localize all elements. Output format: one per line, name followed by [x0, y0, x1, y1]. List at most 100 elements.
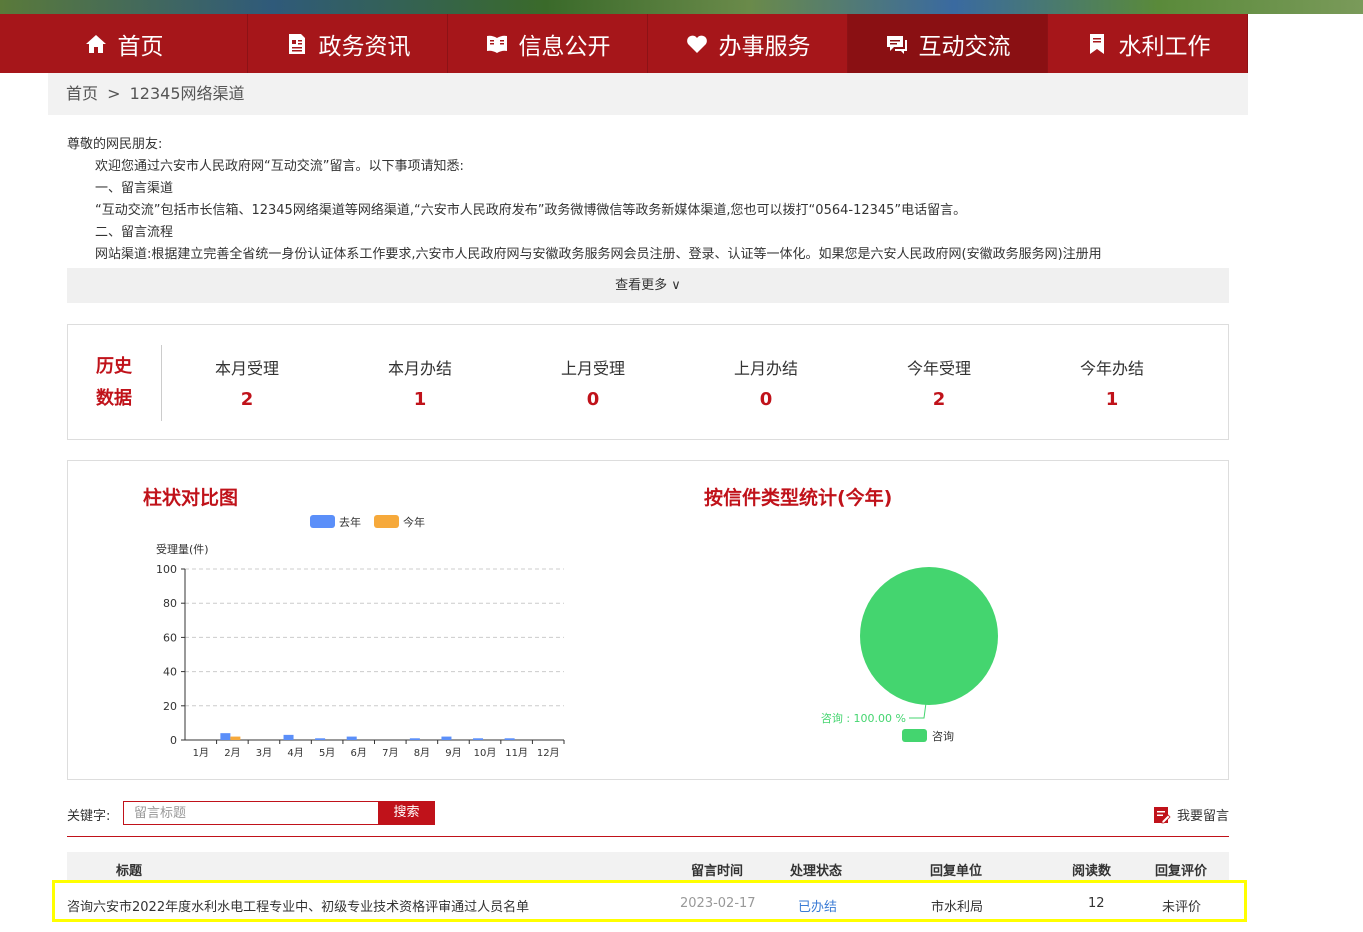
show-more-button[interactable]: 查看更多 ∨ — [67, 268, 1229, 303]
legend-label-1: 今年 — [403, 515, 425, 529]
bar-0-1 — [220, 733, 231, 740]
stat-value: 1 — [413, 389, 427, 410]
history-title-line1: 历史 — [96, 356, 132, 377]
notice-heading-1: 一、留言渠道 — [95, 181, 174, 196]
row-status: 已办结 — [798, 900, 838, 915]
x-tick-label-0: 1月 — [193, 747, 209, 759]
header-banner-image — [0, 0, 1363, 14]
nav-item-news[interactable]: 政务资讯 — [248, 14, 448, 73]
nav-item-water-work[interactable]: 水利工作 — [1048, 14, 1248, 73]
x-tick-label-8: 9月 — [445, 747, 461, 759]
stat-value: 2 — [932, 389, 946, 410]
keyword-input[interactable] — [123, 801, 379, 825]
search-bar: 关键字: 搜索 我要留言 — [67, 801, 1229, 837]
breadcrumb-separator: > — [107, 84, 121, 103]
breadcrumb: 首页 > 12345网络渠道 — [48, 73, 1248, 115]
col-header-rating: 回复评价 — [1155, 864, 1208, 879]
bar-1-1 — [230, 736, 241, 740]
main-nav: 首页 政务资讯 信息公开 办事服务 互动交流 水利工作 — [0, 14, 1248, 73]
charts-panel: 柱状对比图 按信件类型统计(今年) 去年 今年 受理量(件) 0 20 40 60 80 100… — [67, 460, 1229, 780]
stat-last-month-closed: 上月办结 0 — [706, 355, 826, 410]
bar-chart: 去年 今年受理量(件) 0 20 40 60 80 100 1月 2月 3月 4月 5月 6月 7月 8月 9月… — [156, 515, 565, 759]
edit-note-icon — [1153, 806, 1171, 823]
table-row[interactable]: 咨询六安市2022年度水利水电工程专业中、初级专业技术资格评审通过人员名单 20… — [52, 880, 1247, 922]
y-tick-label-1: 20 — [163, 700, 177, 713]
document-icon — [288, 33, 305, 54]
leave-message-label: 我要留言 — [1176, 809, 1229, 824]
notice-text: 尊敬的网民朋友: 欢迎您通过六安市人民政府网“互动交流”留言。以下事项请知悉: … — [67, 134, 1229, 264]
nav-item-label: 水利工作 — [1118, 33, 1211, 60]
stat-this-year-closed: 今年办结 1 — [1052, 355, 1172, 410]
bookmark-icon — [1089, 33, 1104, 54]
x-tick-label-1: 2月 — [224, 747, 240, 759]
nav-item-info-open[interactable]: 信息公开 — [448, 14, 648, 73]
col-header-date: 留言时间 — [691, 864, 744, 879]
search-button[interactable]: 搜索 — [378, 801, 435, 825]
pie-leader-line-0 — [909, 702, 927, 719]
notice-greeting: 尊敬的网民朋友: — [67, 137, 163, 152]
row-unit: 市水利局 — [931, 900, 984, 915]
pie-legend-swatch-0 — [902, 729, 927, 742]
keyword-label: 关键字: — [67, 809, 111, 824]
bar-0-7 — [409, 738, 420, 740]
x-tick-label-6: 7月 — [382, 747, 398, 759]
breadcrumb-current[interactable]: 12345网络渠道 — [130, 84, 245, 103]
stat-value: 0 — [759, 389, 773, 410]
notice-paragraph-2: 网站渠道:根据建立完善全省统一身份认证体系工作要求,六安市人民政府网与安徽政务服… — [95, 247, 1102, 262]
nav-item-label: 首页 — [117, 33, 164, 60]
col-header-status: 处理状态 — [790, 864, 843, 879]
stat-label: 本月受理 — [214, 359, 279, 378]
row-title-link[interactable]: 咨询六安市2022年度水利水电工程专业中、初级专业技术资格评审通过人员名单 — [67, 896, 529, 915]
stat-value: 1 — [1105, 389, 1119, 410]
history-title: 历史 数据 — [96, 351, 136, 415]
stat-value: 0 — [586, 389, 600, 410]
stat-this-month-accepted: 本月受理 2 — [187, 355, 307, 410]
stat-label: 今年办结 — [1079, 359, 1144, 378]
x-tick-label-5: 6月 — [351, 747, 367, 759]
y-tick-label-4: 80 — [163, 597, 177, 610]
stat-last-month-accepted: 上月受理 0 — [533, 355, 653, 410]
x-tick-label-2: 3月 — [256, 747, 272, 759]
row-date: 2023-02-17 — [680, 896, 756, 911]
heart-icon — [686, 35, 707, 53]
stat-label: 今年受理 — [906, 359, 971, 378]
y-tick-label-0: 0 — [170, 734, 177, 747]
pie-legend-label-0: 咨询 — [932, 729, 954, 743]
y-tick-label-2: 40 — [163, 666, 177, 679]
nav-item-interaction[interactable]: 互动交流 — [848, 14, 1048, 73]
bar-0-4 — [315, 738, 326, 740]
leave-message-button[interactable]: 我要留言 — [1153, 805, 1229, 824]
bar-0-8 — [441, 736, 452, 740]
nav-item-home[interactable]: 首页 — [0, 14, 248, 73]
y-tick-label-3: 60 — [163, 631, 177, 644]
nav-item-label: 信息公开 — [518, 33, 611, 60]
table-header: 标题 留言时间 处理状态 回复单位 阅读数 回复评价 — [67, 852, 1229, 880]
breadcrumb-home-link[interactable]: 首页 — [66, 84, 98, 103]
bar-0-5 — [346, 736, 357, 740]
x-tick-label-3: 4月 — [287, 747, 303, 759]
home-icon — [85, 34, 106, 53]
history-title-line2: 数据 — [96, 388, 132, 409]
stats-divider — [161, 345, 162, 421]
x-tick-label-7: 8月 — [414, 747, 430, 759]
bar-0-9 — [473, 738, 484, 740]
pie-slice-label-0: 咨询 : 100.00 % — [821, 711, 906, 725]
col-header-title: 标题 — [116, 864, 143, 879]
pie-chart: 咨询 : 100.00 % 咨询 — [821, 567, 998, 743]
pie-chart-title: 按信件类型统计(今年) — [704, 487, 893, 509]
bar-0-10 — [504, 738, 515, 740]
y-axis-label: 受理量(件) — [156, 543, 209, 556]
row-reads: 12 — [1088, 896, 1105, 911]
bar-0-3 — [283, 734, 294, 740]
nav-item-services[interactable]: 办事服务 — [648, 14, 848, 73]
stat-value: 2 — [240, 389, 254, 410]
notice-intro: 欢迎您通过六安市人民政府网“互动交流”留言。以下事项请知悉: — [95, 159, 464, 174]
pie-slice-0 — [860, 567, 998, 705]
col-header-reads: 阅读数 — [1072, 864, 1112, 879]
x-tick-label-11: 12月 — [537, 747, 560, 759]
history-stats-panel: 历史 数据 本月受理 2 本月办结 1 上月受理 0 上月办结 0 今年受理 2… — [67, 324, 1229, 440]
open-book-icon — [486, 35, 507, 53]
legend-label-0: 去年 — [339, 515, 361, 529]
stat-label: 上月受理 — [560, 359, 625, 378]
col-header-unit: 回复单位 — [930, 864, 983, 879]
